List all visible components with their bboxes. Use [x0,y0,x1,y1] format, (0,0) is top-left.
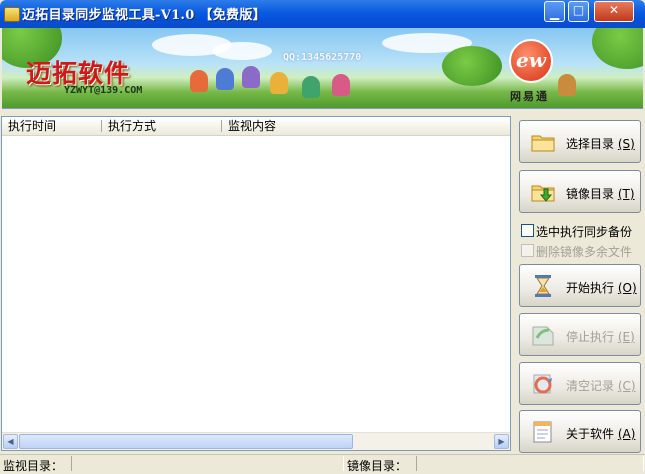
select-dir-button[interactable]: 选择目录 (S) [519,120,641,163]
stop-hotkey: (E) [617,330,635,344]
start-label: 开始执行 [566,281,615,295]
qq-number: QQ:1345625770 [283,52,362,63]
clear-label: 清空记录 [566,379,615,393]
clear-hotkey: (C) [617,379,636,393]
clear-button[interactable]: 清空记录 (C) [519,362,641,405]
close-icon: ✕ [608,3,620,17]
log-list[interactable]: 执行时间 执行方式 监视内容 ◀ ▶ [1,116,511,451]
horizontal-scrollbar[interactable]: ◀ ▶ [2,432,510,450]
folder-arrow-icon [531,185,555,202]
scroll-left-icon[interactable]: ◀ [3,434,18,449]
folder-icon [531,135,555,152]
partner-logo: ew [509,39,553,83]
column-header-content[interactable]: 监视内容 [222,117,510,135]
delete-extra-box[interactable] [521,244,534,257]
brand-email: YZWYT@139.COM [64,85,143,96]
about-label: 关于软件 [566,427,615,441]
partner-name: 网易通 [510,90,549,103]
scroll-right-icon[interactable]: ▶ [494,434,509,449]
title-bar[interactable]: 迈拓目录同步监视工具-V1.0 【免费版】 ▁ □ ✕ [0,0,645,28]
mirror-dir-button[interactable]: 镜像目录 (T) [519,170,641,213]
about-hotkey: (A) [617,427,636,441]
column-header-method[interactable]: 执行方式 [102,117,222,135]
start-hotkey: (O) [617,281,637,295]
delete-extra-label: 删除镜像多余文件 [536,245,633,259]
maximize-icon: □ [572,3,585,17]
list-header: 执行时间 执行方式 监视内容 [2,117,510,136]
stop-icon [532,326,554,346]
app-icon [4,7,20,22]
start-button[interactable]: 开始执行 (O) [519,264,641,307]
sync-backup-label: 选中执行同步备份 [536,225,633,239]
minimize-button[interactable]: ▁ [544,1,565,22]
mirror-dir-label: 镜像目录： [347,459,408,473]
select-dir-label: 选择目录 [566,137,615,151]
window-title: 迈拓目录同步监视工具-V1.0 【免费版】 [22,8,266,23]
column-header-time[interactable]: 执行时间 [2,117,102,135]
scroll-thumb[interactable] [19,434,353,449]
monitor-dir-label: 监视目录： [3,459,64,473]
stop-label: 停止执行 [566,330,615,344]
notepad-icon [533,421,552,443]
clear-icon [533,374,552,394]
close-button[interactable]: ✕ [594,1,634,22]
about-button[interactable]: 关于软件 (A) [519,410,641,453]
minimize-icon: ▁ [549,6,560,20]
mirror-dir-label: 镜像目录 [566,187,615,201]
banner: 迈拓软件 YZWYT@139.COM QQ:1345625770 ew 网易通 [2,28,643,109]
stop-button[interactable]: 停止执行 (E) [519,313,641,356]
maximize-button[interactable]: □ [568,1,589,22]
select-dir-hotkey: (S) [617,137,635,151]
sync-backup-box[interactable] [521,224,534,237]
hourglass-icon [535,275,551,297]
status-bar: 监视目录： 镜像目录： [0,454,645,473]
mirror-dir-hotkey: (T) [617,187,635,201]
